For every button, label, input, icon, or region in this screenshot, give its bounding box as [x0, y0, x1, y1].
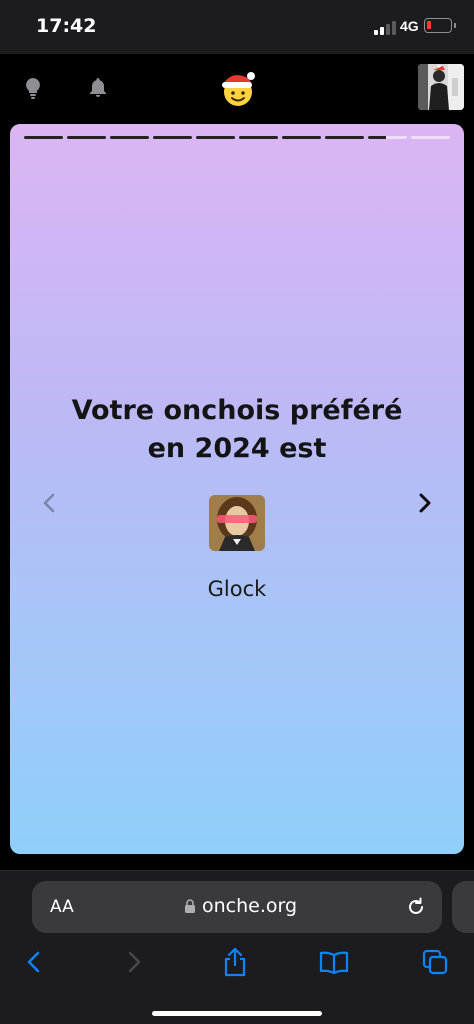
forward-icon: [128, 951, 141, 973]
progress-segment: [368, 136, 407, 139]
home-indicator: [152, 1011, 322, 1016]
progress-segment: [153, 136, 192, 139]
story-title: Votre onchois préféré en 2024 est: [71, 395, 403, 464]
progress-segment: [110, 136, 149, 139]
browser-bottom-bar: AA onche.org: [0, 870, 474, 1024]
tabs-button[interactable]: [420, 947, 450, 977]
story-card[interactable]: Votre onchois préféré en 2024 est Glock: [10, 124, 464, 854]
status-bar: 17:42 4G: [0, 0, 474, 54]
story-progress-bar: [24, 136, 450, 139]
chevron-left-icon: [43, 493, 55, 513]
favorite-user-name[interactable]: Glock: [130, 577, 344, 601]
reload-icon[interactable]: [404, 895, 428, 919]
progress-segment: [411, 136, 450, 139]
bell-icon[interactable]: [86, 76, 110, 100]
progress-segment: [67, 136, 106, 139]
previous-button[interactable]: [34, 488, 64, 518]
bookmarks-icon: [319, 951, 349, 974]
share-icon: [224, 947, 246, 977]
lightbulb-icon[interactable]: [21, 76, 45, 100]
tabs-icon: [422, 949, 448, 975]
share-button[interactable]: [220, 947, 250, 977]
progress-segment: [24, 136, 63, 139]
next-tab-preview[interactable]: [452, 881, 474, 933]
network-type: 4G: [400, 18, 419, 34]
back-button[interactable]: [18, 947, 48, 977]
reader-settings-button[interactable]: AA: [50, 897, 74, 917]
santa-smiley-logo[interactable]: [218, 70, 256, 108]
chevron-right-icon: [419, 493, 431, 513]
battery-icon: [424, 18, 456, 33]
forward-button[interactable]: [120, 947, 150, 977]
bookmarks-button[interactable]: [319, 947, 349, 977]
signal-strength-icon: [374, 21, 396, 35]
back-icon: [27, 951, 40, 973]
progress-segment: [282, 136, 321, 139]
profile-avatar[interactable]: [418, 64, 464, 110]
url-text[interactable]: onche.org: [202, 895, 297, 917]
progress-segment: [325, 136, 364, 139]
progress-segment: [196, 136, 235, 139]
lock-icon: [184, 898, 196, 914]
progress-segment: [239, 136, 278, 139]
next-button[interactable]: [410, 488, 440, 518]
address-bar[interactable]: AA onche.org: [32, 881, 442, 933]
status-time: 17:42: [36, 15, 97, 37]
favorite-user-avatar[interactable]: [209, 495, 265, 551]
